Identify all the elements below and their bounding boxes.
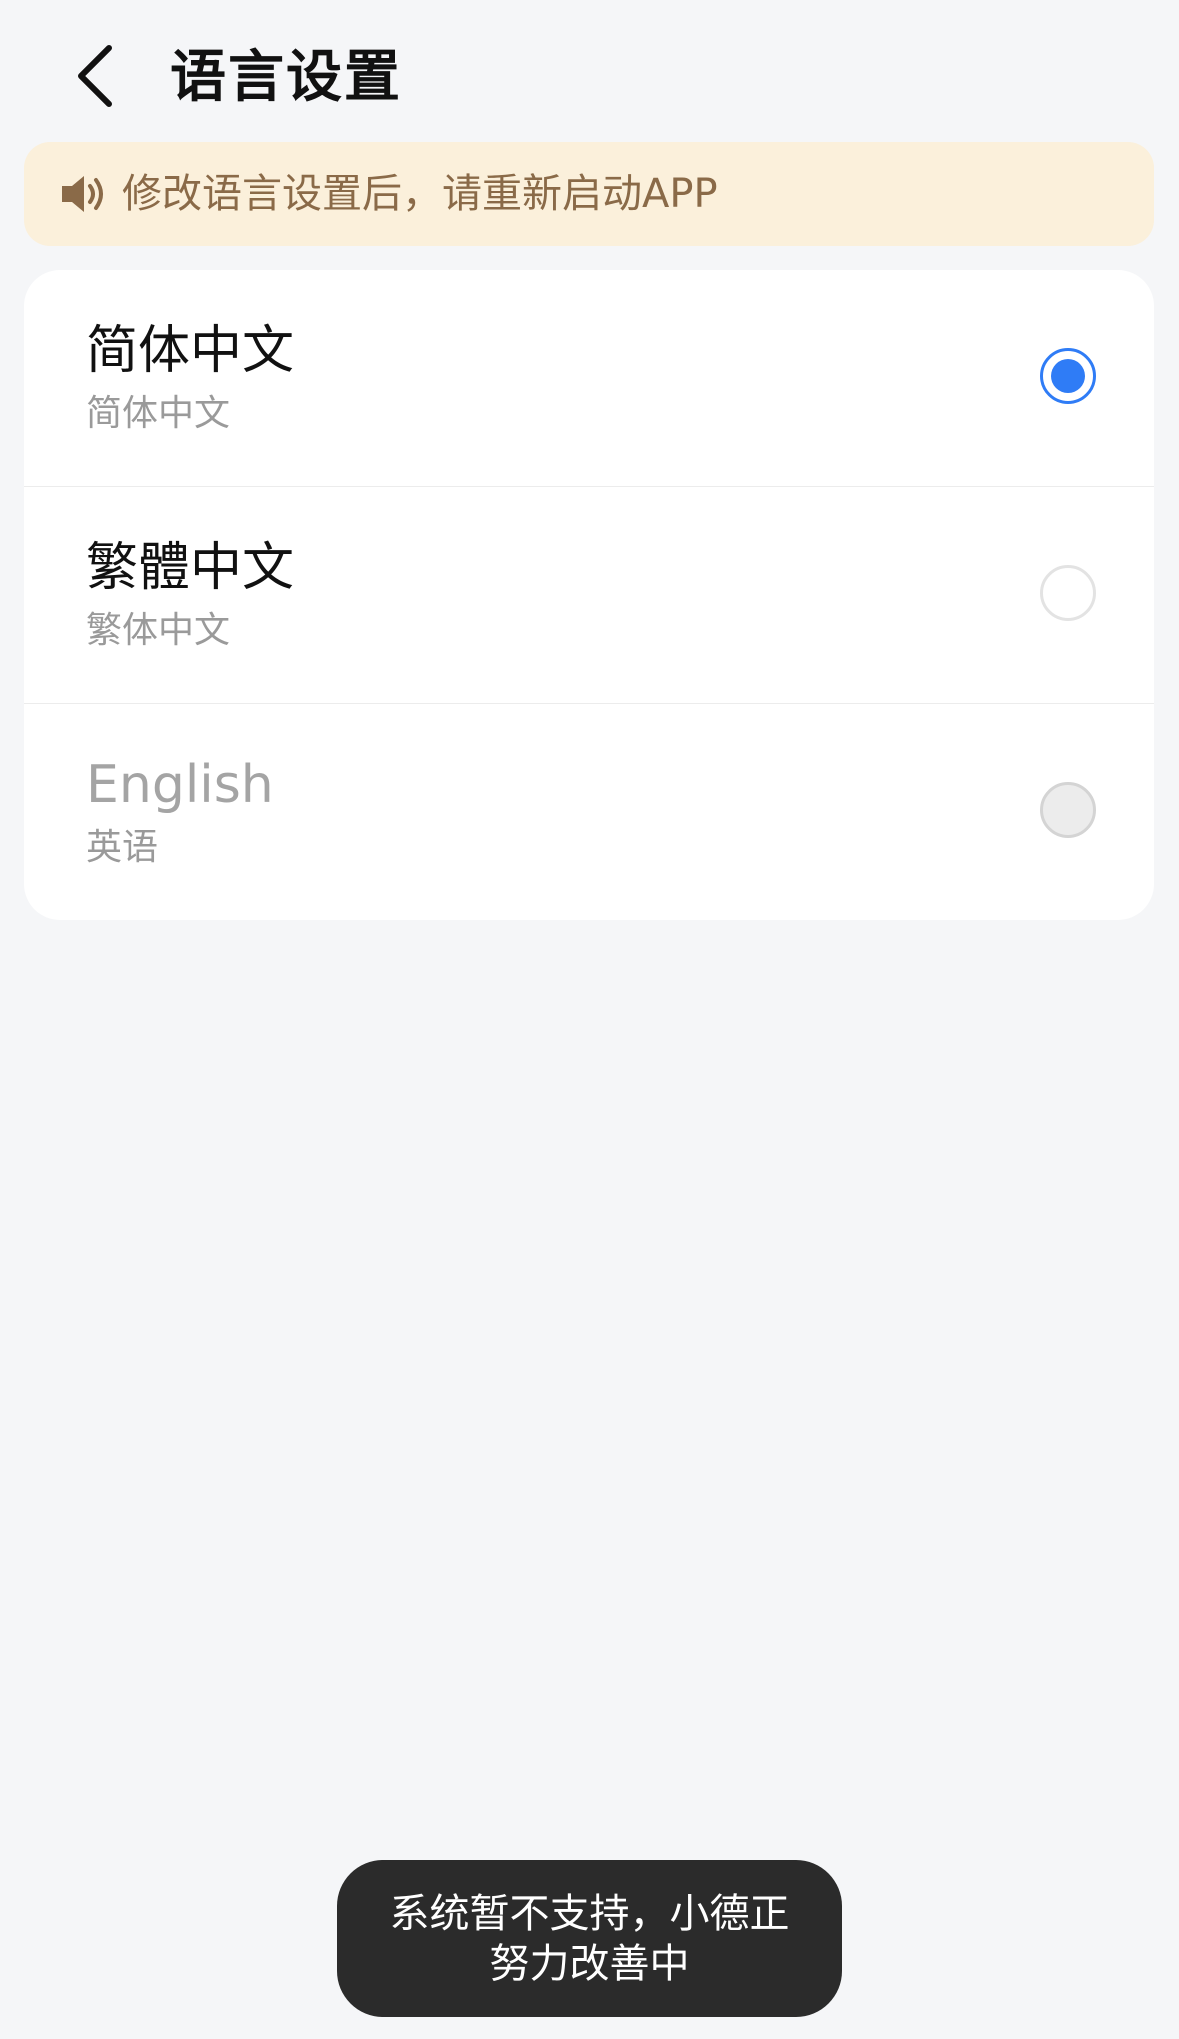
language-option-title: 繁體中文 (86, 538, 295, 598)
toast-text: 系统暂不支持，小德正努力改善中 (389, 1890, 790, 1987)
language-option-simplified-chinese[interactable]: 简体中文 简体中文 (24, 270, 1154, 486)
language-option-english[interactable]: English 英语 (24, 703, 1154, 920)
radio-unselected[interactable] (1040, 565, 1096, 621)
radio-selected[interactable] (1040, 348, 1096, 404)
toast-message: 系统暂不支持，小德正努力改善中 (337, 1860, 842, 2017)
language-option-subtitle: 繁体中文 (86, 610, 231, 651)
speaker-icon (60, 169, 110, 219)
language-option-traditional-chinese[interactable]: 繁體中文 繁体中文 (24, 486, 1154, 703)
back-button[interactable] (60, 36, 130, 116)
notice-text: 修改语言设置后，请重新启动APP (122, 171, 718, 217)
language-option-subtitle: 简体中文 (86, 393, 231, 434)
language-option-subtitle: 英语 (86, 827, 159, 868)
app-header: 语言设置 (0, 0, 1179, 140)
radio-disabled[interactable] (1040, 782, 1096, 838)
language-option-title: 简体中文 (86, 321, 295, 381)
language-option-title: English (86, 755, 274, 815)
restart-notice-banner: 修改语言设置后，请重新启动APP (24, 142, 1154, 246)
language-list: 简体中文 简体中文 繁體中文 繁体中文 English 英语 (24, 270, 1154, 920)
page-title: 语言设置 (170, 45, 402, 110)
chevron-left-icon (78, 45, 112, 107)
